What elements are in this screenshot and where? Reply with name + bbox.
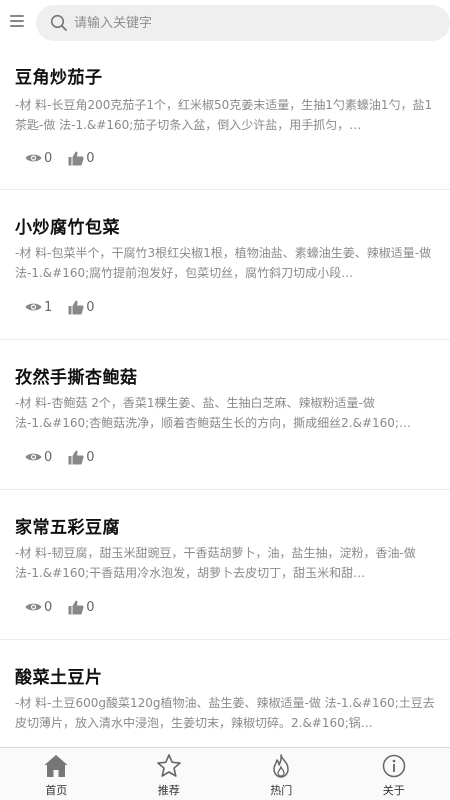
recipe-stats: 1 0 — [25, 299, 111, 315]
view-count-value: 0 — [44, 150, 53, 166]
tab-recommend[interactable]: 推荐 — [113, 748, 226, 800]
info-icon — [382, 754, 405, 778]
menu-icon[interactable] — [10, 15, 24, 29]
view-count: 0 — [25, 450, 52, 465]
recipe-title: 豆角炒茄子 — [15, 68, 103, 88]
top-bar — [0, 0, 450, 46]
recipe-stats: 0 0 — [25, 599, 111, 615]
tab-recommend-label: 推荐 — [157, 784, 180, 797]
search-icon — [50, 14, 67, 31]
recipe-stats: 0 0 — [25, 150, 111, 166]
tab-about-label: 关于 — [382, 784, 405, 797]
eye-icon — [25, 453, 42, 461]
thumb-up-icon — [68, 300, 84, 314]
view-count: 1 — [25, 300, 52, 315]
view-count: 0 — [25, 600, 52, 615]
eye-icon — [25, 154, 42, 162]
like-count[interactable]: 0 — [68, 299, 95, 315]
like-count[interactable]: 0 — [68, 150, 95, 166]
thumb-up-icon — [68, 600, 84, 614]
like-count-value: 0 — [86, 150, 95, 166]
like-count-value: 0 — [86, 449, 95, 465]
view-count: 0 — [25, 151, 52, 166]
tab-about[interactable]: 关于 — [338, 748, 450, 800]
recipe-desc: -材 料-韧豆腐，甜玉米甜豌豆，干香菇胡萝卜，油，盐生抽，淀粉，香油-做 法-1… — [15, 546, 416, 580]
view-count-value: 0 — [44, 449, 53, 465]
tab-home-label: 首页 — [45, 784, 68, 797]
recipe-title: 孜然手撕杏鲍菇 — [15, 368, 138, 388]
star-icon — [156, 754, 181, 777]
bottom-tab-bar: 首页 推荐 热门 关于 — [0, 747, 450, 800]
recipe-desc: -材 料-土豆600g酸菜120g植物油、盐生姜、辣椒适量-做 法-1.&#16… — [15, 696, 435, 730]
like-count[interactable]: 0 — [68, 599, 95, 615]
tab-hot[interactable]: 热门 — [225, 748, 338, 800]
tab-hot-label: 热门 — [270, 784, 293, 797]
recipe-title: 小炒腐竹包菜 — [15, 218, 120, 238]
recipe-title: 酸菜土豆片 — [15, 668, 103, 688]
recipe-item[interactable]: 家常五彩豆腐 -材 料-韧豆腐，甜玉米甜豌豆，干香菇胡萝卜，油，盐生抽，淀粉，香… — [0, 490, 450, 640]
recipe-title: 家常五彩豆腐 — [15, 518, 120, 538]
search-input[interactable] — [74, 5, 434, 41]
recipe-item[interactable]: 小炒腐竹包菜 -材 料-包菜半个，干腐竹3根红尖椒1根，植物油盐、素蠔油生姜、辣… — [0, 190, 450, 340]
tab-home[interactable]: 首页 — [0, 748, 113, 800]
search-bar[interactable] — [36, 5, 450, 41]
recipe-item[interactable]: 孜然手撕杏鲍菇 -材 料-杏鲍菇 2个，香菜1棵生姜、盐、生抽白芝麻、辣椒粉适量… — [0, 340, 450, 490]
view-count-value: 0 — [44, 599, 53, 615]
thumb-up-icon — [68, 450, 84, 464]
recipe-item[interactable]: 酸菜土豆片 -材 料-土豆600g酸菜120g植物油、盐生姜、辣椒适量-做 法-… — [0, 640, 450, 747]
like-count[interactable]: 0 — [68, 449, 95, 465]
thumb-up-icon — [68, 151, 84, 165]
recipe-list[interactable]: 豆角炒茄子 -材 料-长豆角200克茄子1个，红米椒50克姜末适量，生抽1勺素蠔… — [0, 46, 450, 747]
eye-icon — [25, 603, 42, 611]
home-icon — [44, 755, 68, 777]
like-count-value: 0 — [86, 599, 95, 615]
recipe-desc: -材 料-杏鲍菇 2个，香菜1棵生姜、盐、生抽白芝麻、辣椒粉适量-做 法-1.&… — [15, 396, 411, 430]
recipe-item[interactable]: 豆角炒茄子 -材 料-长豆角200克茄子1个，红米椒50克姜末适量，生抽1勺素蠔… — [0, 46, 450, 190]
recipe-desc: -材 料-包菜半个，干腐竹3根红尖椒1根，植物油盐、素蠔油生姜、辣椒适量-做 法… — [15, 246, 432, 280]
recipe-stats: 0 0 — [25, 449, 111, 465]
recipe-desc: -材 料-长豆角200克茄子1个，红米椒50克姜末适量，生抽1勺素蠔油1勺，盐1… — [15, 98, 433, 132]
flame-icon — [273, 754, 289, 778]
eye-icon — [25, 303, 42, 311]
view-count-value: 1 — [44, 299, 53, 315]
like-count-value: 0 — [86, 299, 95, 315]
